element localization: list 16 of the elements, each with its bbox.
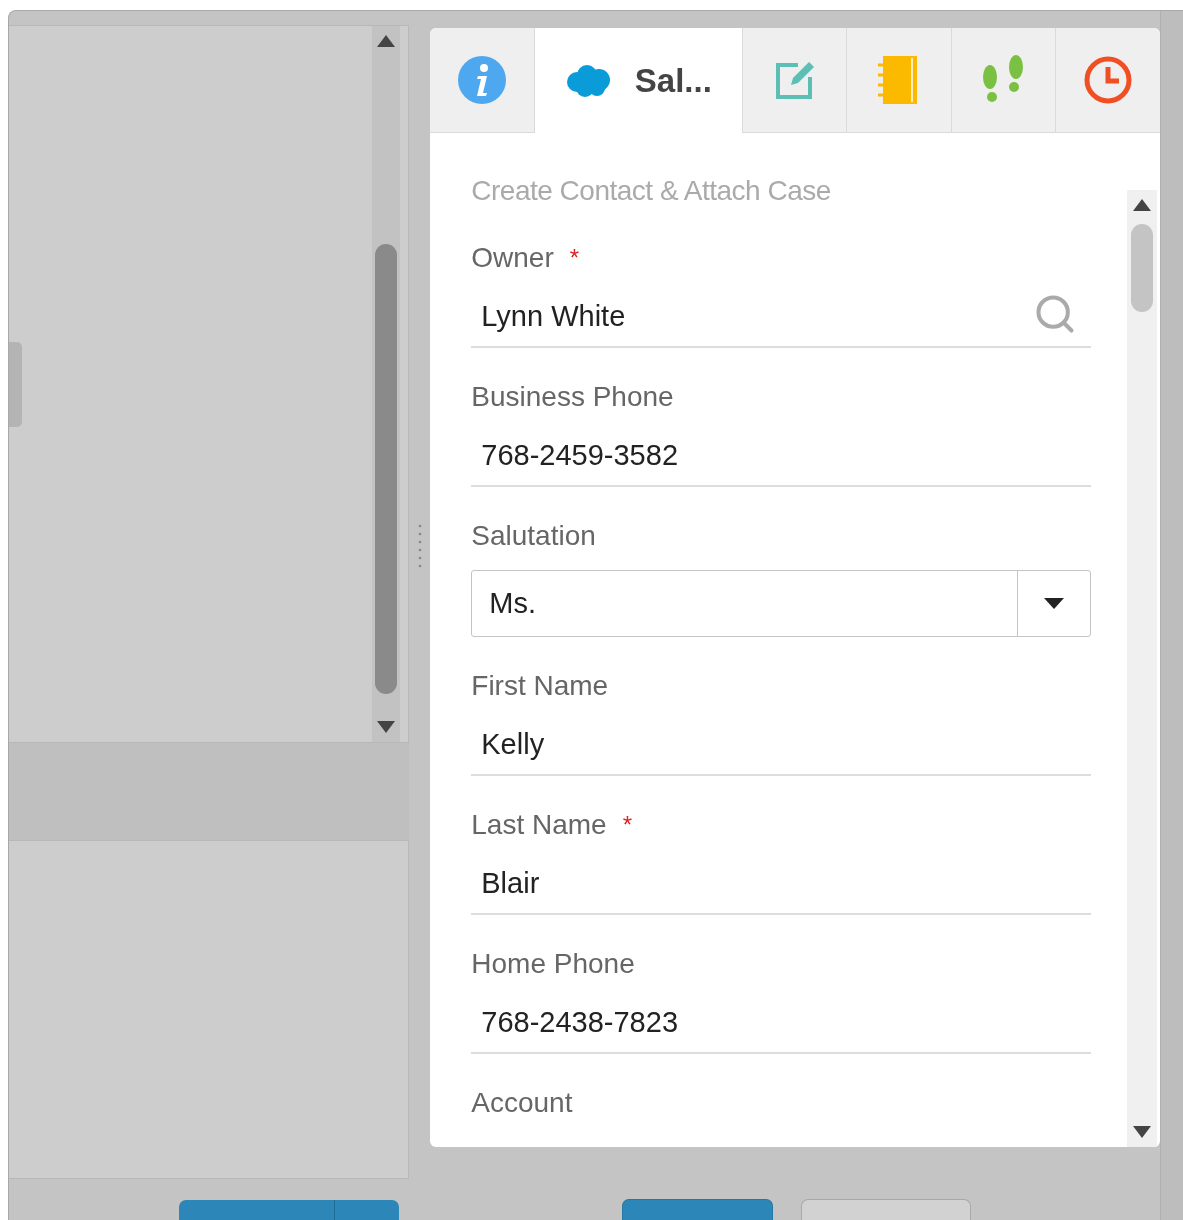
field-label: Business Phone [471, 380, 674, 414]
field-label: Home Phone [471, 947, 635, 981]
field-label: Owner [471, 241, 554, 275]
form-title: Create Contact & Attach Case [471, 174, 832, 208]
field-label: Account [471, 1086, 573, 1120]
input-field[interactable]: Lynn White [471, 276, 1092, 348]
input-field[interactable]: 768-2438-7823 [471, 982, 1092, 1054]
field-label: Salutation [471, 519, 596, 553]
field-label: First Name [471, 669, 609, 703]
input-field[interactable]: Kelly [471, 704, 1092, 776]
salutation-select[interactable]: Ms. [471, 570, 1092, 637]
required-mark: * [622, 810, 633, 840]
required-mark: * [569, 243, 580, 273]
field-label: Last Name [471, 808, 607, 842]
input-field[interactable]: 768-2459-3582 [471, 415, 1092, 487]
input-field[interactable]: Blair [471, 843, 1092, 915]
